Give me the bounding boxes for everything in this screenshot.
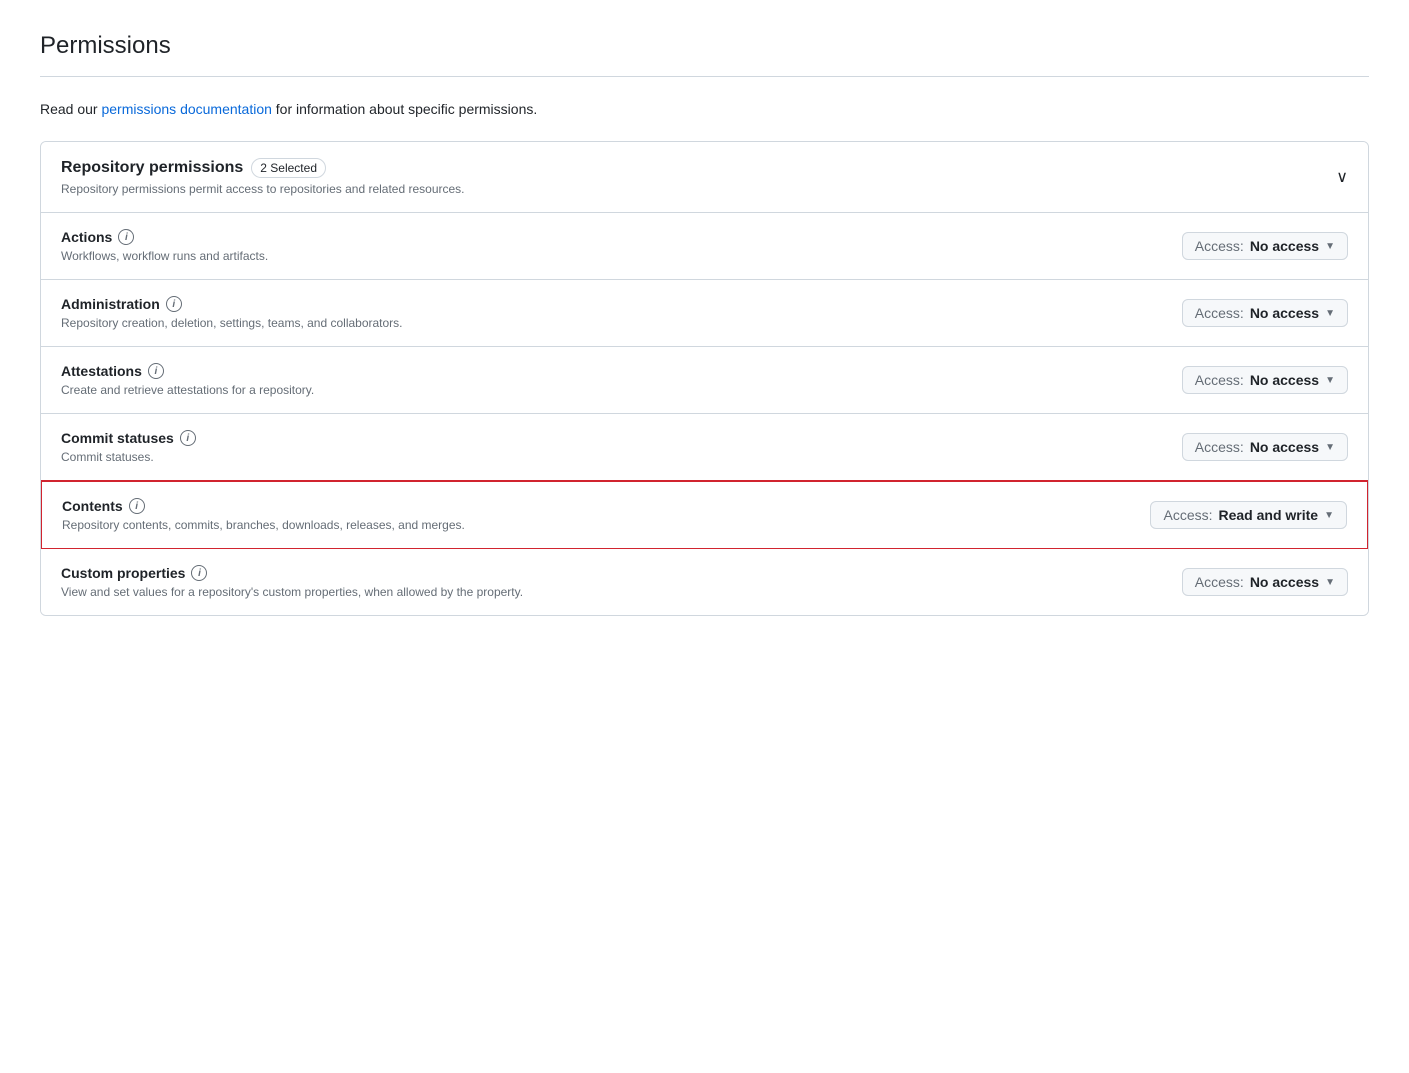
- section-header[interactable]: Repository permissions 2 Selected Reposi…: [41, 142, 1368, 213]
- dropdown-arrow-icon: ▼: [1324, 510, 1334, 521]
- access-value: No access: [1250, 372, 1319, 388]
- dropdown-arrow-icon: ▼: [1325, 308, 1335, 319]
- permission-row: Contents i Repository contents, commits,…: [40, 480, 1369, 550]
- permission-info: Custom properties i View and set values …: [61, 565, 523, 599]
- section-header-content: Repository permissions 2 Selected Reposi…: [61, 158, 465, 196]
- permission-name-text: Actions: [61, 229, 112, 245]
- access-dropdown-button[interactable]: Access: No access ▼: [1182, 232, 1348, 260]
- access-value: No access: [1250, 238, 1319, 254]
- selected-badge: 2 Selected: [251, 158, 326, 178]
- permission-description: Repository creation, deletion, settings,…: [61, 316, 403, 330]
- intro-text-before: Read our: [40, 101, 101, 117]
- access-value: Read and write: [1219, 507, 1319, 523]
- permission-name-text: Custom properties: [61, 565, 185, 581]
- permission-name: Contents i: [62, 498, 465, 514]
- access-dropdown-button[interactable]: Access: No access ▼: [1182, 433, 1348, 461]
- permission-name: Attestations i: [61, 363, 314, 379]
- dropdown-arrow-icon: ▼: [1325, 442, 1335, 453]
- permission-description: Workflows, workflow runs and artifacts.: [61, 249, 268, 263]
- page-title: Permissions: [40, 32, 1369, 60]
- permission-description: Commit statuses.: [61, 450, 196, 464]
- permission-description: Repository contents, commits, branches, …: [62, 518, 465, 532]
- title-divider: [40, 76, 1369, 77]
- section-header-right: ∨: [1336, 167, 1348, 187]
- permission-row: Attestations i Create and retrieve attes…: [41, 347, 1368, 414]
- permission-description: Create and retrieve attestations for a r…: [61, 383, 314, 397]
- permission-row: Commit statuses i Commit statuses. Acces…: [41, 414, 1368, 481]
- access-dropdown-button[interactable]: Access: No access ▼: [1182, 299, 1348, 327]
- permission-info: Attestations i Create and retrieve attes…: [61, 363, 314, 397]
- section-header-left: Repository permissions 2 Selected Reposi…: [61, 158, 465, 196]
- access-value: No access: [1250, 439, 1319, 455]
- info-icon[interactable]: i: [166, 296, 182, 312]
- permission-info: Commit statuses i Commit statuses.: [61, 430, 196, 464]
- info-icon[interactable]: i: [180, 430, 196, 446]
- permission-row: Administration i Repository creation, de…: [41, 280, 1368, 347]
- info-icon[interactable]: i: [129, 498, 145, 514]
- access-value: No access: [1250, 305, 1319, 321]
- info-icon[interactable]: i: [148, 363, 164, 379]
- intro-paragraph: Read our permissions documentation for i…: [40, 101, 1369, 117]
- access-label: Access:: [1195, 439, 1244, 455]
- access-label: Access:: [1195, 372, 1244, 388]
- permission-info: Contents i Repository contents, commits,…: [62, 498, 465, 532]
- permission-name: Custom properties i: [61, 565, 523, 581]
- chevron-down-icon: ∨: [1336, 167, 1348, 187]
- info-icon[interactable]: i: [191, 565, 207, 581]
- permission-name: Commit statuses i: [61, 430, 196, 446]
- info-icon[interactable]: i: [118, 229, 134, 245]
- intro-text-after: for information about specific permissio…: [272, 101, 537, 117]
- dropdown-arrow-icon: ▼: [1325, 577, 1335, 588]
- dropdown-arrow-icon: ▼: [1325, 375, 1335, 386]
- access-label: Access:: [1195, 305, 1244, 321]
- permission-name: Administration i: [61, 296, 403, 312]
- permissions-container: Repository permissions 2 Selected Reposi…: [40, 141, 1369, 616]
- permission-info: Actions i Workflows, workflow runs and a…: [61, 229, 268, 263]
- access-dropdown-button[interactable]: Access: No access ▼: [1182, 568, 1348, 596]
- permissions-doc-link[interactable]: permissions documentation: [101, 101, 271, 117]
- permission-name-text: Contents: [62, 498, 123, 514]
- access-value: No access: [1250, 574, 1319, 590]
- permission-info: Administration i Repository creation, de…: [61, 296, 403, 330]
- dropdown-arrow-icon: ▼: [1325, 241, 1335, 252]
- permission-name-text: Attestations: [61, 363, 142, 379]
- permission-name-text: Commit statuses: [61, 430, 174, 446]
- section-description: Repository permissions permit access to …: [61, 182, 465, 196]
- permission-rows-container: Actions i Workflows, workflow runs and a…: [41, 213, 1368, 615]
- section-title: Repository permissions: [61, 159, 243, 177]
- permission-description: View and set values for a repository's c…: [61, 585, 523, 599]
- access-dropdown-button[interactable]: Access: No access ▼: [1182, 366, 1348, 394]
- access-label: Access:: [1195, 238, 1244, 254]
- permission-row: Actions i Workflows, workflow runs and a…: [41, 213, 1368, 280]
- access-label: Access:: [1195, 574, 1244, 590]
- access-label: Access:: [1163, 507, 1212, 523]
- permission-row: Custom properties i View and set values …: [41, 549, 1368, 615]
- permission-name-text: Administration: [61, 296, 160, 312]
- access-dropdown-button[interactable]: Access: Read and write ▼: [1150, 501, 1347, 529]
- permission-name: Actions i: [61, 229, 268, 245]
